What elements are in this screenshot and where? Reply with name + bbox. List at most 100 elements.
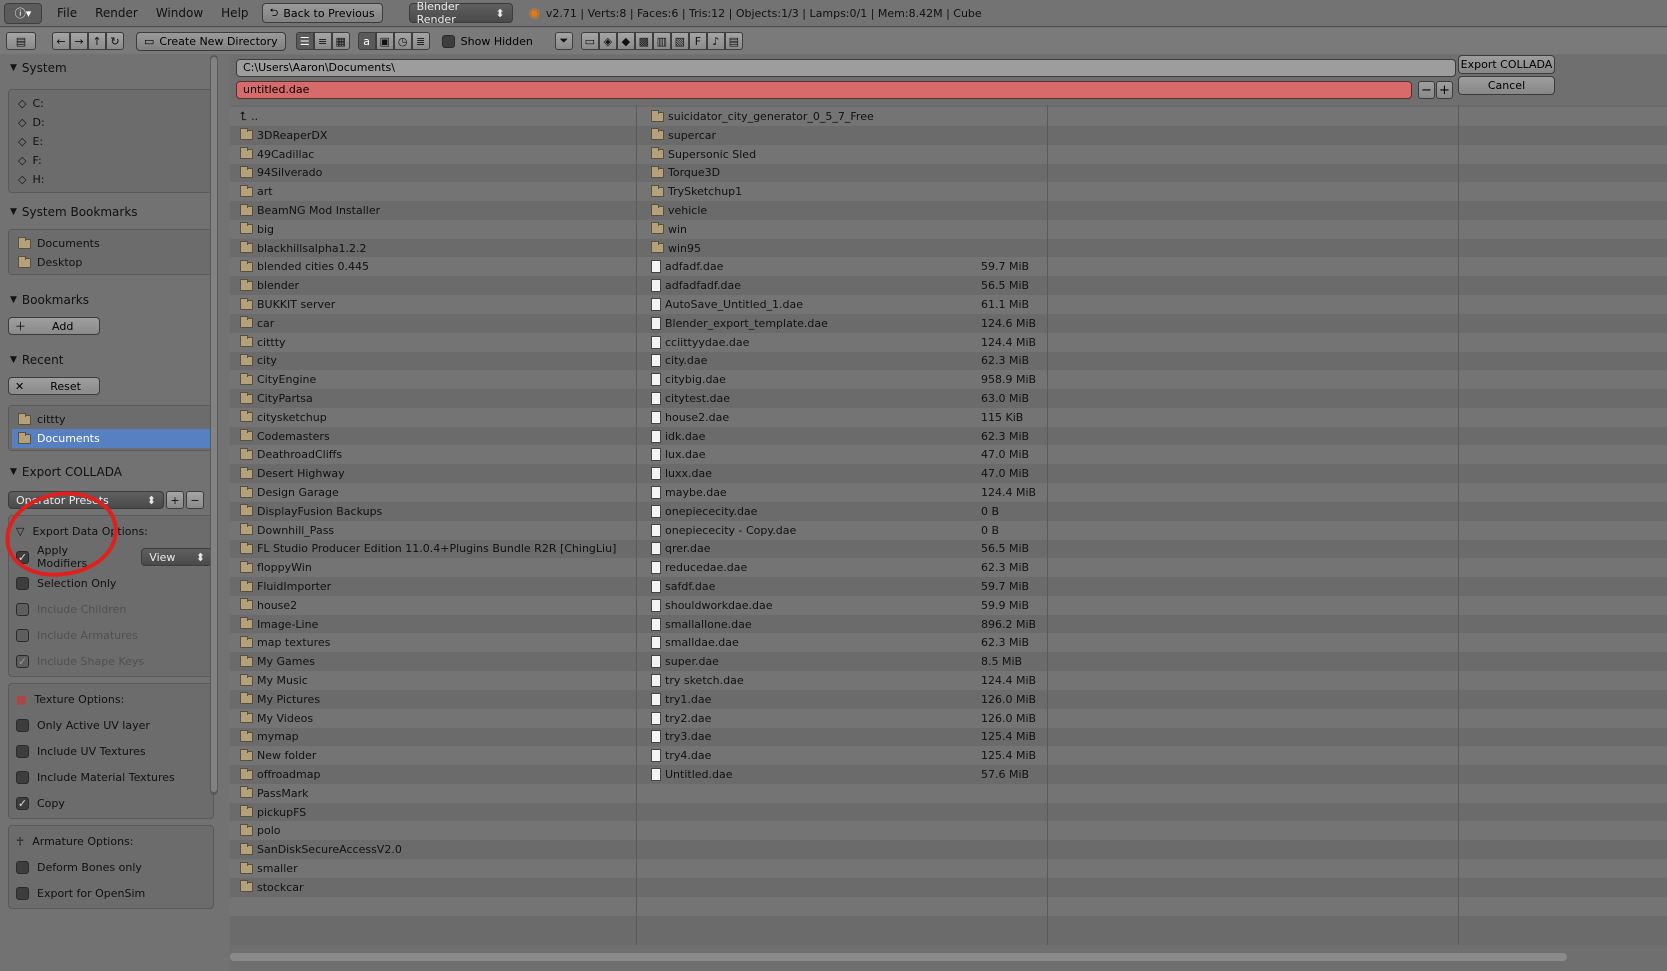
filter-backup-button[interactable]: ◆ [616, 32, 635, 50]
filename-field[interactable]: untitled.dae [236, 81, 1412, 99]
show-hidden-checkbox[interactable] [441, 34, 455, 48]
folder-item[interactable]: Torque3D [651, 163, 720, 182]
include-children-checkbox[interactable] [16, 602, 29, 616]
folder-item[interactable]: stockcar [240, 878, 304, 897]
recent-item-selected[interactable]: Documents [12, 429, 210, 448]
folder-item[interactable]: My Videos [240, 709, 313, 728]
directory-path-field[interactable]: C:\Users\Aaron\Documents\ [236, 59, 1456, 77]
file-item[interactable]: city.dae [651, 351, 707, 370]
folder-item[interactable]: Image-Line [240, 615, 318, 634]
system-panel-header[interactable]: ▼ System [0, 57, 222, 79]
deform-bones-only-checkbox[interactable] [16, 860, 29, 874]
folder-item[interactable]: art [240, 182, 273, 201]
folder-item[interactable]: polo [240, 821, 281, 840]
add-bookmark-button[interactable]: ＋ Add [8, 317, 100, 335]
export-opensim-checkbox[interactable] [16, 886, 29, 900]
editor-type-file-browser-button[interactable]: ▤ [6, 32, 36, 50]
folder-item[interactable]: Desert Highway [240, 464, 345, 483]
folder-item[interactable]: blackhillsalpha1.2.2 [240, 239, 367, 258]
include-uv-textures-checkbox[interactable] [16, 744, 29, 758]
folder-item[interactable]: cittty [240, 333, 286, 352]
folder-item[interactable]: SanDiskSecureAccessV2.0 [240, 840, 402, 859]
menu-render[interactable]: Render [86, 0, 147, 27]
file-item[interactable]: Untitled.dae [651, 765, 733, 784]
include-material-textures-checkbox[interactable] [16, 770, 29, 784]
add-preset-button[interactable]: + [166, 491, 184, 509]
refresh-button[interactable]: ↻ [106, 32, 124, 50]
file-item[interactable]: shouldworkdae.dae [651, 596, 773, 615]
folder-item[interactable]: 94Silverado [240, 163, 322, 182]
apply-modifiers-checkbox[interactable]: ✓ [16, 550, 29, 564]
folder-item[interactable]: city [240, 351, 277, 370]
folder-item[interactable]: BUKKIT server [240, 295, 335, 314]
sort-alpha-button[interactable]: a [357, 32, 376, 50]
folder-item[interactable]: vehicle [651, 201, 707, 220]
folder-item[interactable]: 49Cadillac [240, 145, 314, 164]
folder-item[interactable]: PassMark [240, 784, 308, 803]
folder-item[interactable]: pickupFS [240, 803, 306, 822]
folder-item[interactable]: DisplayFusion Backups [240, 502, 382, 521]
recent-item[interactable]: cittty [9, 410, 213, 429]
file-item[interactable]: house2.dae [651, 408, 729, 427]
folder-item[interactable]: supercar [651, 126, 716, 145]
sort-ext-button[interactable]: ▣ [375, 32, 394, 50]
file-item[interactable]: AutoSave_Untitled_1.dae [651, 295, 803, 314]
back-nav-button[interactable]: ← [52, 32, 70, 50]
folder-item[interactable]: win95 [651, 239, 701, 258]
folder-item[interactable]: My Games [240, 652, 315, 671]
folder-item[interactable]: FL Studio Producer Edition 11.0.4+Plugin… [240, 539, 616, 558]
export-collada-button[interactable]: Export COLLADA [1458, 55, 1555, 74]
bookmark-item[interactable]: Documents [9, 234, 213, 253]
folder-item[interactable]: CityPartsa [240, 389, 313, 408]
file-item[interactable]: adfadf.dae [651, 257, 723, 276]
folder-item[interactable]: map textures [240, 633, 330, 652]
file-item[interactable]: citybig.dae [651, 370, 726, 389]
drive-item[interactable]: ◇ H: [9, 170, 213, 189]
filter-blend-button[interactable]: ◈ [598, 32, 617, 50]
system-bookmarks-header[interactable]: ▼ System Bookmarks [0, 201, 222, 223]
file-item[interactable]: luxx.dae [651, 464, 712, 483]
folder-item[interactable]: floppyWin [240, 558, 312, 577]
bookmark-item[interactable]: Desktop [9, 253, 213, 272]
folder-item[interactable]: smaller [240, 859, 298, 878]
filter-movies-button[interactable]: ▥ [652, 32, 671, 50]
sort-size-button[interactable]: ≣ [411, 32, 430, 50]
file-item[interactable]: onepiececity - Copy.dae [651, 521, 796, 540]
drive-item[interactable]: ◇ F: [9, 151, 213, 170]
drive-item[interactable]: ◇ D: [9, 113, 213, 132]
sidebar-scrollbar-thumb[interactable] [211, 57, 217, 792]
filter-folders-button[interactable]: ▭ [580, 32, 599, 50]
file-item[interactable]: safdf.dae [651, 577, 715, 596]
folder-item[interactable]: Design Garage [240, 483, 339, 502]
file-item[interactable]: cciittyydae.dae [651, 333, 749, 352]
drive-item[interactable]: ◇ E: [9, 132, 213, 151]
folder-item[interactable]: TrySketchup1 [651, 182, 742, 201]
menu-window[interactable]: Window [147, 0, 212, 27]
menu-help[interactable]: Help [212, 0, 257, 27]
only-active-uv-checkbox[interactable] [16, 718, 29, 732]
parent-directory-item[interactable]: ⮤.. [240, 107, 258, 126]
folder-item[interactable]: My Pictures [240, 690, 320, 709]
folder-item[interactable]: DeathroadCliffs [240, 445, 342, 464]
render-engine-select[interactable]: Blender Render ⬍ [408, 0, 513, 26]
file-item[interactable]: citytest.dae [651, 389, 730, 408]
include-armatures-checkbox[interactable] [16, 628, 29, 642]
folder-item[interactable]: BeamNG Mod Installer [240, 201, 380, 220]
recent-header[interactable]: ▼ Recent [0, 349, 222, 371]
parent-dir-button[interactable]: ↑ [88, 32, 106, 50]
file-item[interactable]: maybe.dae [651, 483, 727, 502]
folder-item[interactable]: car [240, 314, 274, 333]
operator-presets-select[interactable]: Operator Presets ⬍ [8, 491, 164, 509]
folder-item[interactable]: Codemasters [240, 427, 330, 446]
folder-item[interactable]: blended cities 0.445 [240, 257, 369, 276]
filter-text-button[interactable]: ▤ [724, 32, 743, 50]
remove-preset-button[interactable]: − [186, 491, 204, 509]
copy-checkbox[interactable]: ✓ [16, 796, 29, 810]
decrement-filename-button[interactable]: − [1418, 81, 1435, 99]
export-collada-header[interactable]: ▼ Export COLLADA [0, 461, 222, 483]
folder-item[interactable]: offroadmap [240, 765, 320, 784]
filter-scripts-button[interactable]: ▧ [670, 32, 689, 50]
sort-time-button[interactable]: ◷ [393, 32, 412, 50]
modifier-mode-select[interactable]: View ⬍ [141, 548, 213, 566]
file-item[interactable]: try3.dae [651, 727, 711, 746]
